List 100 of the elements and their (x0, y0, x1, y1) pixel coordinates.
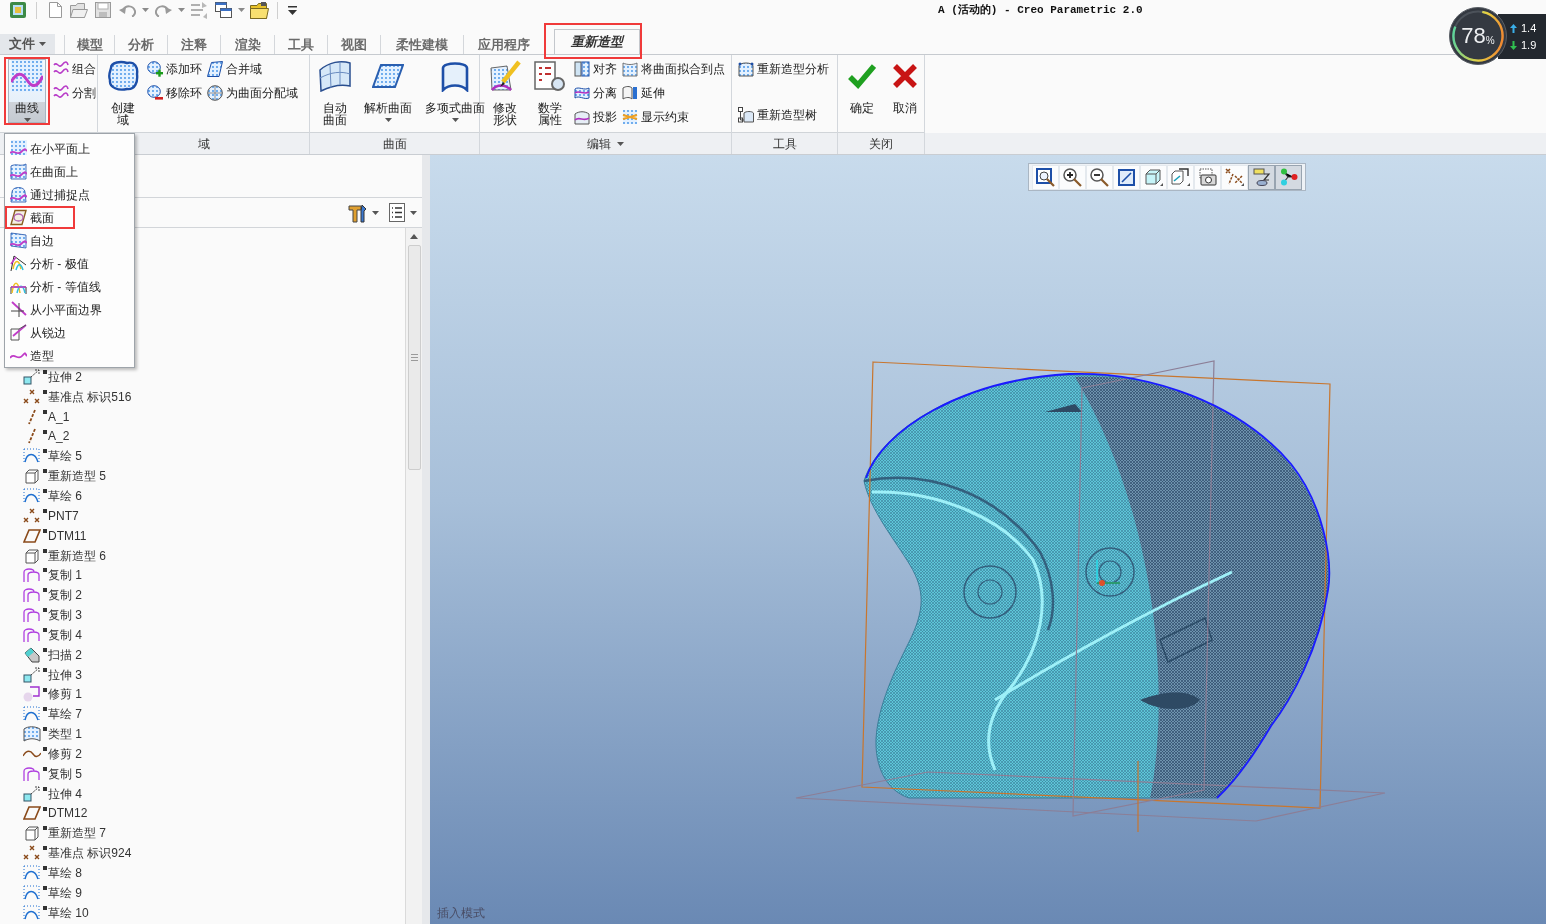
ribbon-button[interactable]: 合并域 (207, 61, 300, 77)
tree-item[interactable]: 复制 2 (0, 585, 405, 606)
tree-item[interactable]: 草绘 7 (0, 704, 405, 725)
tree-item[interactable]: A_2 (0, 426, 405, 447)
ribbon-tab[interactable]: 柔性建模 (380, 35, 463, 54)
show-button[interactable] (387, 200, 419, 225)
menu-item[interactable]: 自边 (5, 229, 134, 252)
ribbon-tab[interactable]: 渲染 (220, 35, 274, 54)
tree-item[interactable]: 草绘 10 (0, 902, 405, 923)
ribbon-button[interactable]: 添加环 (147, 61, 204, 77)
menu-item[interactable]: 在曲面上 (5, 160, 134, 183)
tree-item[interactable]: DTM11 (0, 525, 405, 546)
tree-item[interactable]: PNT7 (0, 505, 405, 526)
ribbon-button[interactable]: 解析曲面 (359, 57, 417, 125)
window-title: A (活动的) - Creo Parametric 2.0 (938, 3, 1143, 18)
tree-item[interactable]: 草绘 5 (0, 446, 405, 467)
grip-icon (410, 354, 418, 361)
sketch-icon (22, 488, 41, 504)
tree-item[interactable]: 扫描 2 (0, 644, 405, 665)
tree-item[interactable]: 修剪 2 (0, 744, 405, 764)
ribbon-tab[interactable]: 工具 (274, 35, 327, 54)
marker-icon (43, 449, 47, 454)
ribbon-button[interactable]: 数学属性 (529, 57, 571, 125)
ribbon-button[interactable]: 分离 (574, 85, 619, 101)
menu-item[interactable]: 从锐边 (5, 321, 134, 344)
menu-item[interactable]: 通过捕捉点 (5, 183, 134, 206)
tree-item[interactable]: 拉伸 2 (0, 367, 405, 387)
ribbon-button[interactable]: 对齐 (574, 61, 619, 77)
group-menu-button[interactable]: 编辑 (587, 134, 624, 153)
zoom-out-icon (1090, 167, 1109, 187)
sketch-icon (22, 904, 41, 921)
ribbon-button[interactable]: 取消 (885, 57, 925, 125)
menu-item[interactable]: 分析 - 极值 (5, 252, 134, 275)
menu-item[interactable]: 造型 (5, 344, 134, 367)
ribbon-button[interactable]: 显示约束 (622, 109, 727, 125)
arrow-up-icon (1510, 23, 1517, 33)
view-toolbar-button[interactable] (1248, 164, 1275, 190)
ribbon-tab[interactable]: 视图 (327, 35, 380, 54)
dotted-wave-icon (10, 232, 27, 249)
tree-item[interactable]: 基准点 标识516 (0, 386, 405, 407)
marker-icon (43, 667, 47, 672)
spin-center-icon (1279, 168, 1298, 186)
ribbon-button[interactable]: 投影 (574, 109, 619, 125)
tree-item[interactable]: 类型 1 (0, 724, 405, 745)
ribbon-button[interactable]: 将曲面拟合到点 (622, 61, 727, 77)
marker-icon (43, 548, 47, 553)
tree-item[interactable]: 复制 1 (0, 565, 405, 586)
ribbon-button[interactable]: 重新造型树 (738, 107, 831, 123)
tree-item[interactable]: 草绘 8 (0, 863, 405, 883)
tree-item[interactable]: 重新造型 6 (0, 545, 405, 566)
tree-item[interactable]: DTM12 (0, 803, 405, 824)
open-button[interactable] (67, 0, 91, 20)
datum-display-icon (1225, 168, 1244, 186)
surface-points-icon (622, 61, 638, 77)
tree-item[interactable]: 重新造型 7 (0, 823, 405, 844)
menu-item[interactable]: 从小平面边界 (5, 298, 134, 321)
menu-item[interactable]: 在小平面上 (5, 137, 134, 160)
menu-item[interactable]: 分析 - 等值线 (5, 275, 134, 298)
tree-item[interactable]: 拉伸 4 (0, 783, 405, 804)
marker-icon (43, 766, 47, 771)
tree-item[interactable]: A_1 (0, 406, 405, 427)
repaint-icon (1118, 168, 1135, 186)
ribbon-button[interactable]: 自动曲面 (314, 57, 356, 125)
ribbon-button[interactable]: 组合 (53, 61, 98, 77)
folder-button[interactable] (247, 0, 271, 20)
tree-item[interactable]: 重新造型 5 (0, 466, 405, 487)
tree-item[interactable]: 草绘 6 (0, 486, 405, 506)
caret-icon (372, 210, 379, 215)
sketch-icon (22, 448, 41, 465)
tree-item[interactable]: 基准点 标识924 (0, 843, 405, 864)
ribbon-button[interactable]: 曲线 (4, 57, 50, 125)
tree-item[interactable]: 草绘 9 (0, 882, 405, 903)
ribbon-tab[interactable]: 模型 (64, 35, 114, 54)
datum-plane-icon (22, 805, 41, 822)
tree-item[interactable]: 复制 3 (0, 605, 405, 625)
tree-item[interactable]: 复制 4 (0, 624, 405, 645)
ribbon-button[interactable]: 确定 (842, 57, 882, 125)
scrollbar-thumb[interactable] (407, 245, 421, 470)
marker-icon (43, 687, 47, 692)
group-label: 关闭 (869, 135, 893, 153)
ribbon-button[interactable]: 为曲面分配域 (207, 85, 300, 101)
tree-item[interactable]: 复制 5 (0, 763, 405, 784)
curve-icon (22, 749, 41, 758)
tree-item[interactable]: 修剪 1 (0, 684, 405, 705)
ribbon-button[interactable]: 延伸 (622, 85, 727, 101)
file-menu-button[interactable]: 文件 (0, 34, 55, 54)
ribbon-button[interactable]: 重新造型分析 (738, 61, 831, 77)
ribbon-tab[interactable]: 注释 (167, 35, 220, 54)
extrude-icon (22, 666, 41, 683)
ribbon-button[interactable]: 创建域 (102, 57, 144, 125)
blob-minus-icon (147, 85, 163, 101)
zoom-fit-icon (1036, 167, 1055, 187)
tree-item[interactable]: 拉伸 3 (0, 664, 405, 685)
projection-icon (574, 109, 590, 125)
ribbon-button[interactable]: 移除环 (147, 85, 204, 101)
view-toolbar-button[interactable] (1275, 164, 1302, 190)
ribbon-button[interactable]: 分割 (53, 85, 98, 101)
marker-icon (43, 370, 47, 374)
ribbon-tab[interactable]: 分析 (114, 35, 167, 54)
ribbon-tab[interactable]: 应用程序 (463, 35, 544, 54)
